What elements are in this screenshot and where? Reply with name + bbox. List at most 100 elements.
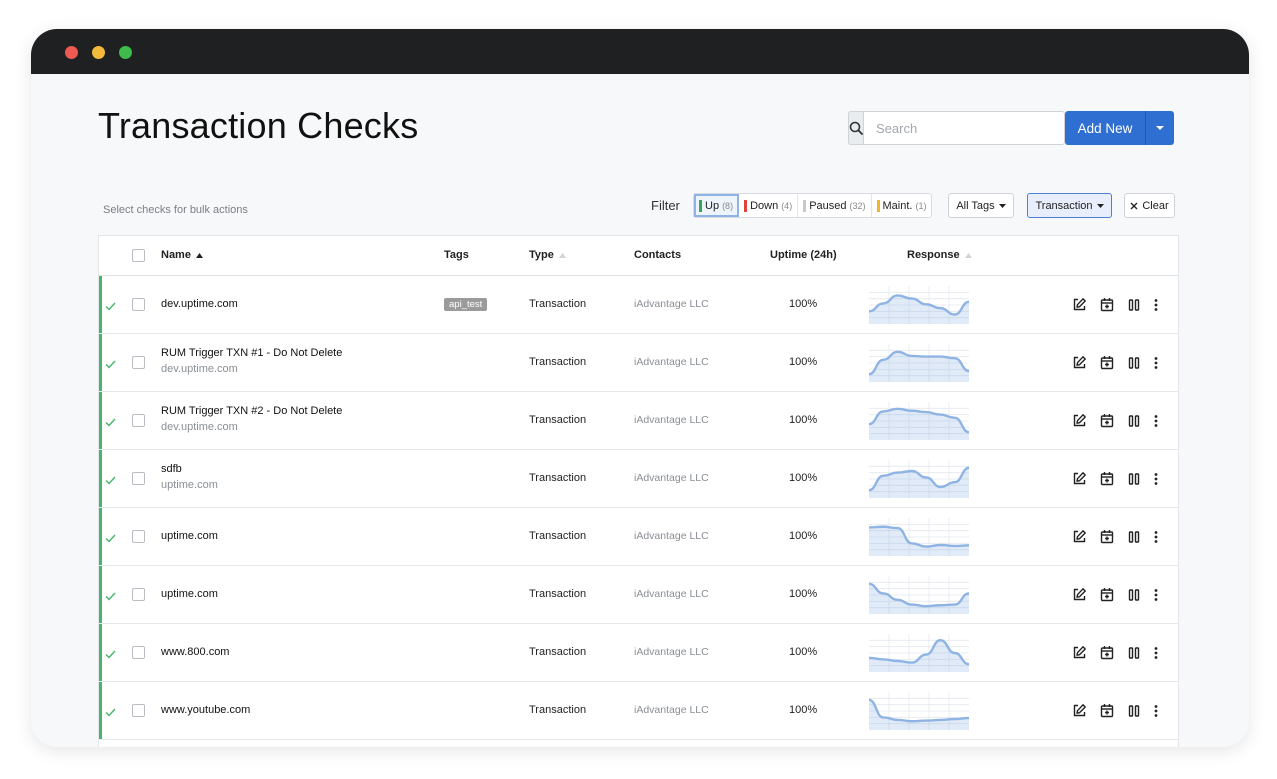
row-select-checkbox[interactable] bbox=[132, 472, 145, 485]
edit-icon[interactable] bbox=[1071, 586, 1088, 603]
pause-icon[interactable] bbox=[1125, 354, 1142, 371]
filter-option-count: (4) bbox=[781, 200, 793, 211]
app-window: Transaction Checks Add New Select checks… bbox=[31, 29, 1249, 747]
pause-icon[interactable] bbox=[1125, 296, 1142, 313]
row-select-checkbox[interactable] bbox=[132, 646, 145, 659]
more-options-icon[interactable] bbox=[1152, 354, 1160, 371]
clear-filters-label: Clear bbox=[1142, 199, 1169, 212]
table-row[interactable]: RUM Trigger TXN #2 - Do Not Delete dev.up… bbox=[99, 392, 1178, 450]
maximize-window-dot[interactable] bbox=[119, 46, 132, 59]
edit-icon[interactable] bbox=[1071, 412, 1088, 429]
table-row[interactable]: dev.uptime.com api_test Transaction iAdvant… bbox=[99, 276, 1178, 334]
edit-icon[interactable] bbox=[1071, 528, 1088, 545]
more-options-icon[interactable] bbox=[1152, 296, 1160, 313]
more-options-icon[interactable] bbox=[1152, 528, 1160, 545]
filter-option-paused[interactable]: Paused (32) bbox=[798, 194, 872, 217]
table-row[interactable]: RUM Trigger TXN #1 - Do Not Delete dev.up… bbox=[99, 334, 1178, 392]
check-contact: iAdvantage LLC bbox=[634, 356, 709, 368]
check-contact: iAdvantage LLC bbox=[634, 588, 709, 600]
check-contact: iAdvantage LLC bbox=[634, 472, 709, 484]
table-row[interactable]: sdfb uptime.com Transaction iAdvantage LLC 1… bbox=[99, 450, 1178, 508]
add-new-button[interactable]: Add New bbox=[1065, 111, 1145, 145]
caret-down-icon bbox=[1096, 203, 1104, 208]
type-dropdown-label: Transaction bbox=[1035, 199, 1093, 212]
uptime-value: 100% bbox=[789, 356, 818, 368]
response-time-sparkline bbox=[869, 402, 969, 440]
edit-icon[interactable] bbox=[1071, 296, 1088, 313]
status-check-icon bbox=[105, 298, 116, 316]
more-options-icon[interactable] bbox=[1152, 412, 1160, 429]
edit-icon[interactable] bbox=[1071, 354, 1088, 371]
edit-icon[interactable] bbox=[1071, 644, 1088, 661]
uptime-value: 100% bbox=[789, 472, 818, 484]
uptime-value: 100% bbox=[789, 298, 818, 310]
pause-icon[interactable] bbox=[1125, 586, 1142, 603]
filter-option-label: Up bbox=[705, 199, 720, 212]
row-select-checkbox[interactable] bbox=[132, 704, 145, 717]
pause-icon[interactable] bbox=[1125, 644, 1142, 661]
more-options-icon[interactable] bbox=[1152, 470, 1160, 487]
table-row[interactable]: uptime.com Transaction iAdvantage LLC 100% bbox=[99, 508, 1178, 566]
row-actions bbox=[1071, 528, 1160, 545]
edit-icon[interactable] bbox=[1071, 470, 1088, 487]
add-new-dropdown-toggle[interactable] bbox=[1145, 111, 1174, 145]
schedule-maintenance-icon[interactable] bbox=[1098, 644, 1115, 661]
schedule-maintenance-icon[interactable] bbox=[1098, 470, 1115, 487]
row-select-checkbox[interactable] bbox=[132, 298, 145, 311]
check-name-link[interactable]: uptime.com bbox=[161, 588, 218, 600]
filter-option-count: (1) bbox=[915, 200, 927, 211]
more-options-icon[interactable] bbox=[1152, 702, 1160, 719]
row-actions bbox=[1071, 412, 1160, 429]
column-header-response[interactable]: Response bbox=[907, 249, 972, 261]
uptime-value: 100% bbox=[789, 414, 818, 426]
check-name-link[interactable]: RUM Trigger TXN #2 - Do Not Delete bbox=[161, 405, 342, 417]
search-button[interactable] bbox=[848, 111, 863, 145]
minimize-window-dot[interactable] bbox=[92, 46, 105, 59]
schedule-maintenance-icon[interactable] bbox=[1098, 528, 1115, 545]
row-select-checkbox[interactable] bbox=[132, 530, 145, 543]
check-name-link[interactable]: www.800.com bbox=[161, 646, 229, 658]
column-header-type[interactable]: Type bbox=[529, 249, 566, 261]
filter-option-up[interactable]: Up (8) bbox=[694, 194, 740, 217]
pause-icon[interactable] bbox=[1125, 470, 1142, 487]
filter-option-maint[interactable]: Maint. (1) bbox=[872, 194, 932, 217]
row-select-checkbox[interactable] bbox=[132, 356, 145, 369]
check-name-link[interactable]: dev.uptime.com bbox=[161, 298, 238, 310]
status-filter-group: Up (8) Down (4) Paused (32) Maint. (1) bbox=[693, 193, 933, 218]
schedule-maintenance-icon[interactable] bbox=[1098, 412, 1115, 429]
status-up-indicator bbox=[99, 392, 102, 449]
edit-icon[interactable] bbox=[1071, 702, 1088, 719]
row-select-checkbox[interactable] bbox=[132, 588, 145, 601]
schedule-maintenance-icon[interactable] bbox=[1098, 296, 1115, 313]
pause-icon[interactable] bbox=[1125, 702, 1142, 719]
status-up-indicator bbox=[99, 566, 102, 623]
schedule-maintenance-icon[interactable] bbox=[1098, 586, 1115, 603]
search-input[interactable] bbox=[863, 111, 1065, 145]
filter-option-label: Down bbox=[750, 199, 779, 212]
sort-icon bbox=[964, 252, 972, 258]
check-name-link[interactable]: uptime.com bbox=[161, 530, 218, 542]
tags-dropdown[interactable]: All Tags bbox=[948, 193, 1014, 218]
table-row[interactable]: www.youtube.com Transaction iAdvantage LLC… bbox=[99, 682, 1178, 740]
clear-filters-button[interactable]: Clear bbox=[1124, 193, 1175, 218]
more-options-icon[interactable] bbox=[1152, 586, 1160, 603]
pause-icon[interactable] bbox=[1125, 412, 1142, 429]
check-name-link[interactable]: www.youtube.com bbox=[161, 704, 250, 716]
check-name-link[interactable]: RUM Trigger TXN #1 - Do Not Delete bbox=[161, 347, 342, 359]
check-name-link[interactable]: sdfb bbox=[161, 463, 182, 475]
tag-badge[interactable]: api_test bbox=[444, 298, 488, 311]
more-options-icon[interactable] bbox=[1152, 644, 1160, 661]
uptime-value: 100% bbox=[789, 588, 818, 600]
column-header-name[interactable]: Name bbox=[161, 249, 203, 261]
table-row[interactable]: www.800.com Transaction iAdvantage LLC 100% bbox=[99, 624, 1178, 682]
response-time-sparkline bbox=[869, 344, 969, 382]
pause-icon[interactable] bbox=[1125, 528, 1142, 545]
type-dropdown[interactable]: Transaction bbox=[1027, 193, 1112, 218]
close-window-dot[interactable] bbox=[65, 46, 78, 59]
filter-option-down[interactable]: Down (4) bbox=[739, 194, 799, 217]
schedule-maintenance-icon[interactable] bbox=[1098, 354, 1115, 371]
schedule-maintenance-icon[interactable] bbox=[1098, 702, 1115, 719]
row-select-checkbox[interactable] bbox=[132, 414, 145, 427]
table-row[interactable]: uptime.com Transaction iAdvantage LLC 100% bbox=[99, 566, 1178, 624]
select-all-checkbox[interactable] bbox=[132, 249, 145, 262]
